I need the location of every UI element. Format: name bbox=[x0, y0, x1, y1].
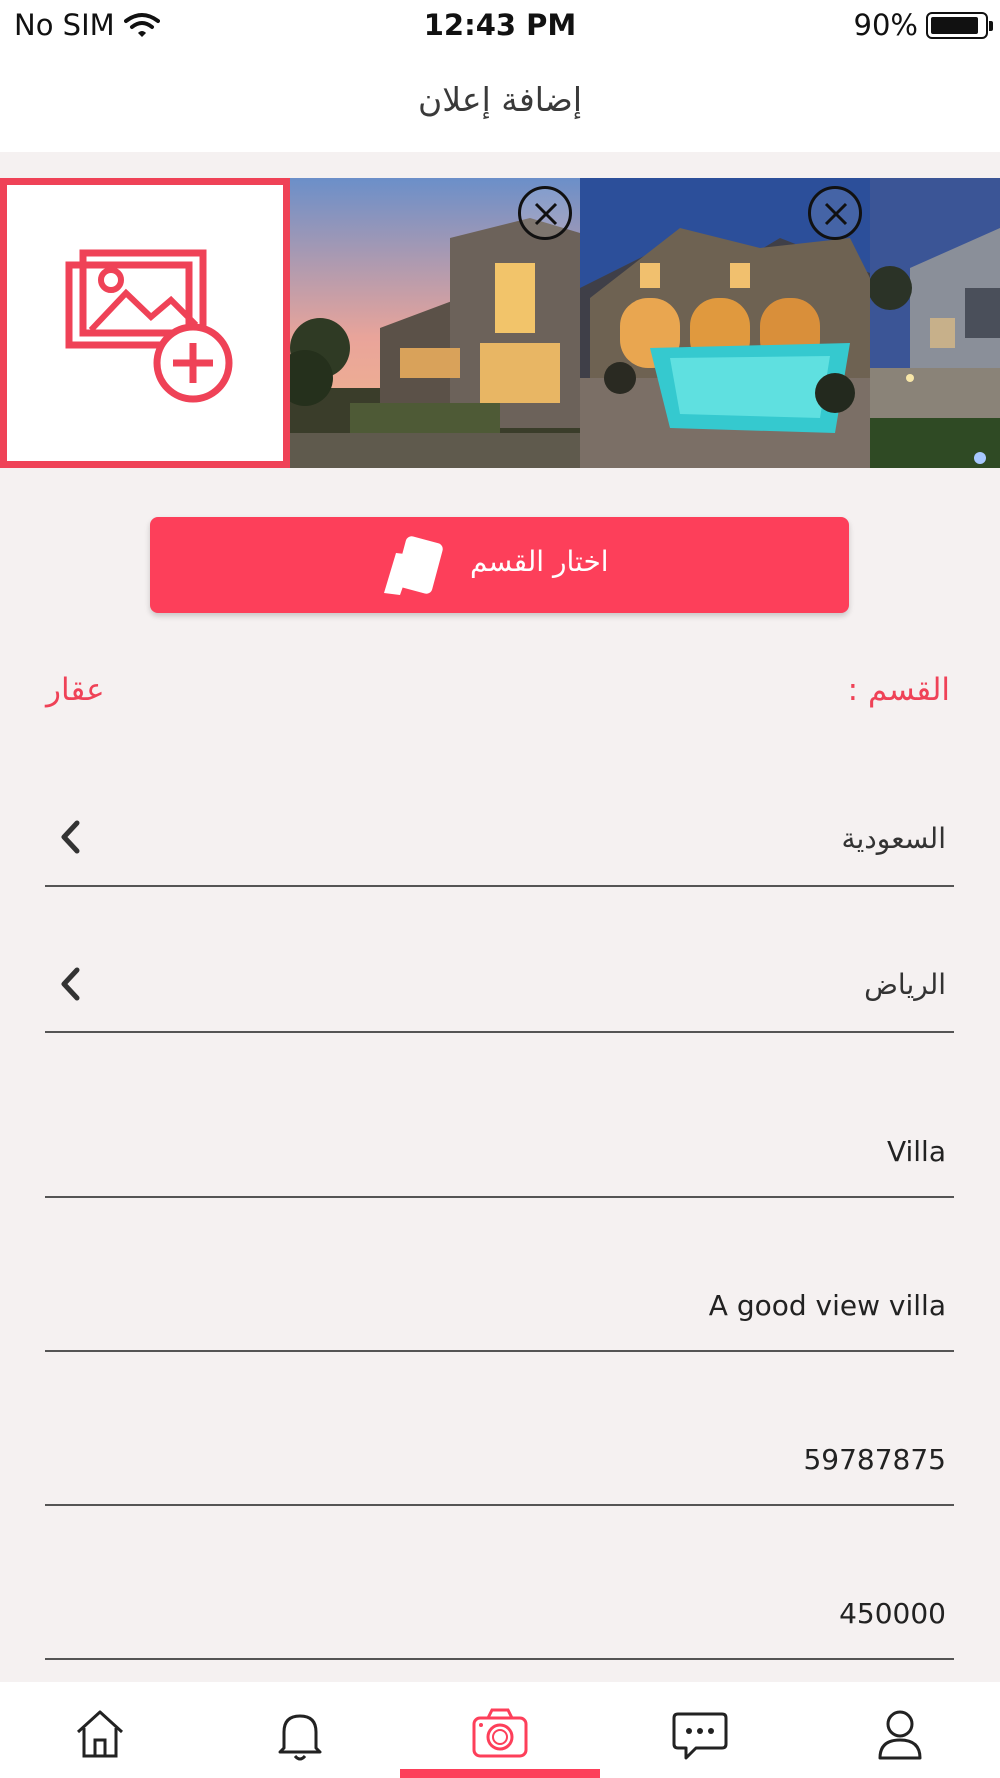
battery-icon bbox=[926, 12, 993, 39]
section-row: القسم : عقار bbox=[0, 672, 1000, 722]
tab-home[interactable] bbox=[70, 1704, 130, 1764]
night-house-photo bbox=[870, 178, 1000, 468]
add-photo-button[interactable] bbox=[0, 178, 290, 468]
chat-icon bbox=[672, 1712, 728, 1760]
choose-category-button[interactable]: اختار القسم bbox=[150, 517, 849, 613]
choose-category-label: اختار القسم bbox=[470, 545, 609, 578]
chevron-left-icon bbox=[59, 967, 81, 1005]
navigation-bar: إضافة إعلان bbox=[0, 52, 1000, 152]
tab-notifications[interactable] bbox=[270, 1704, 330, 1764]
tab-profile[interactable] bbox=[870, 1704, 930, 1764]
add-image-icon bbox=[65, 249, 233, 403]
tab-messages[interactable] bbox=[670, 1704, 730, 1764]
profile-icon bbox=[878, 1710, 922, 1760]
description-value: A good view villa bbox=[708, 1289, 946, 1322]
chevron-left-icon bbox=[59, 820, 81, 858]
country-dropdown[interactable]: السعودية bbox=[45, 790, 954, 887]
battery-percentage: 90% bbox=[853, 8, 918, 42]
category-tag-icon bbox=[384, 536, 443, 595]
close-icon bbox=[534, 202, 558, 226]
close-icon bbox=[824, 202, 848, 226]
title-value: Villa bbox=[886, 1135, 946, 1168]
status-bar: No SIM 12:43 PM 90% bbox=[0, 0, 1000, 52]
phone-value: 59787875 bbox=[803, 1443, 946, 1476]
photo-gallery[interactable] bbox=[0, 178, 1000, 468]
camera-icon bbox=[472, 1708, 528, 1758]
page-title: إضافة إعلان bbox=[418, 80, 582, 119]
tab-bar bbox=[0, 1682, 1000, 1778]
description-input[interactable]: A good view villa bbox=[45, 1254, 954, 1352]
remove-photo-button[interactable] bbox=[518, 186, 572, 240]
bell-icon bbox=[278, 1714, 322, 1761]
photo-thumbnail[interactable] bbox=[580, 178, 870, 468]
tab-add-ad[interactable] bbox=[470, 1704, 530, 1764]
photo-thumbnail[interactable] bbox=[870, 178, 1000, 468]
city-value: الرياض bbox=[864, 968, 946, 1001]
phone-input[interactable]: 59787875 bbox=[45, 1408, 954, 1506]
city-dropdown[interactable]: الرياض bbox=[45, 935, 954, 1033]
price-value: 450000 bbox=[839, 1597, 946, 1630]
price-input[interactable]: 450000 bbox=[45, 1562, 954, 1660]
remove-photo-button[interactable] bbox=[808, 186, 862, 240]
section-value: عقار bbox=[46, 672, 105, 708]
active-tab-indicator bbox=[400, 1769, 600, 1778]
country-value: السعودية bbox=[841, 822, 946, 855]
section-label: القسم : bbox=[847, 672, 950, 708]
home-icon bbox=[76, 1710, 124, 1758]
photo-thumbnail[interactable] bbox=[290, 178, 580, 468]
clock: 12:43 PM bbox=[423, 8, 577, 42]
title-input[interactable]: Villa bbox=[45, 1100, 954, 1198]
